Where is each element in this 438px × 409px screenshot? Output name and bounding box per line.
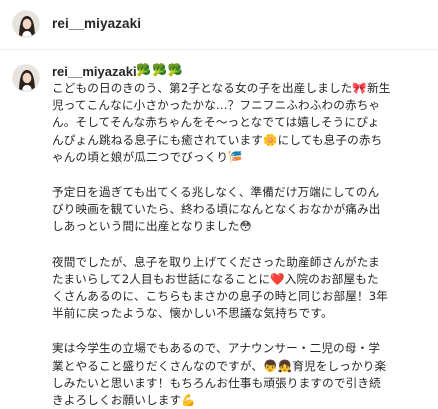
caption-paragraph: 実は今学生の立場でもあるので、アナウンサー・二児の母・学 業とやること盛りだくさ… (52, 341, 387, 408)
header-username[interactable]: rei__miyazaki (52, 16, 141, 31)
avatar[interactable] (12, 64, 40, 92)
profile-photo-icon (13, 65, 39, 91)
profile-photo-icon (13, 11, 39, 37)
post-header: rei__miyazaki (0, 0, 438, 50)
caption-paragraph: 予定日を過ぎても出てくる兆しなく、準備だけ万端にしてのん びり映画を観ていたら、… (52, 185, 381, 234)
caption-text: こどもの日のきのう、第2子となる女の子を出産しました🎀新生 児ってこんなに小さか… (52, 80, 432, 409)
avatar[interactable] (12, 10, 40, 38)
caption-paragraph: こどもの日のきのう、第2子となる女の子を出産しました🎀新生 児ってこんなに小さか… (52, 81, 391, 164)
broccoli-emoji-row: 🥦🥦🥦 (136, 63, 184, 77)
caption-paragraph: 夜間でしたが、息子を取り上げてくださった助産師さんがたま たまいらして2人目もお… (52, 254, 389, 321)
comment-username[interactable]: rei__miyazaki (52, 64, 137, 79)
